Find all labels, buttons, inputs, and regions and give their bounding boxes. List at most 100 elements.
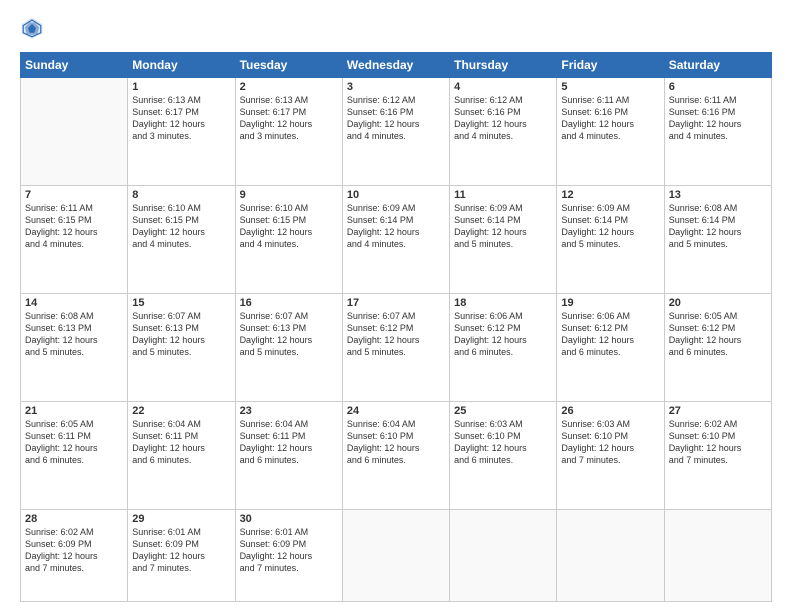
cell-info: Sunrise: 6:11 AM Sunset: 6:16 PM Dayligh… bbox=[561, 94, 659, 143]
calendar-cell: 22Sunrise: 6:04 AM Sunset: 6:11 PM Dayli… bbox=[128, 401, 235, 509]
day-number: 20 bbox=[669, 297, 767, 309]
cell-info: Sunrise: 6:08 AM Sunset: 6:13 PM Dayligh… bbox=[25, 310, 123, 359]
day-number: 15 bbox=[132, 297, 230, 309]
cell-info: Sunrise: 6:06 AM Sunset: 6:12 PM Dayligh… bbox=[454, 310, 552, 359]
calendar-cell: 14Sunrise: 6:08 AM Sunset: 6:13 PM Dayli… bbox=[21, 293, 128, 401]
calendar-cell: 6Sunrise: 6:11 AM Sunset: 6:16 PM Daylig… bbox=[664, 78, 771, 186]
calendar-cell: 24Sunrise: 6:04 AM Sunset: 6:10 PM Dayli… bbox=[342, 401, 449, 509]
header bbox=[20, 18, 772, 42]
col-header-wednesday: Wednesday bbox=[342, 53, 449, 78]
calendar-cell: 29Sunrise: 6:01 AM Sunset: 6:09 PM Dayli… bbox=[128, 509, 235, 602]
cell-info: Sunrise: 6:02 AM Sunset: 6:10 PM Dayligh… bbox=[669, 418, 767, 467]
cell-info: Sunrise: 6:04 AM Sunset: 6:11 PM Dayligh… bbox=[240, 418, 338, 467]
calendar-cell bbox=[342, 509, 449, 602]
week-row-5: 28Sunrise: 6:02 AM Sunset: 6:09 PM Dayli… bbox=[21, 509, 772, 602]
day-number: 17 bbox=[347, 297, 445, 309]
cell-info: Sunrise: 6:13 AM Sunset: 6:17 PM Dayligh… bbox=[240, 94, 338, 143]
day-number: 14 bbox=[25, 297, 123, 309]
calendar-cell: 23Sunrise: 6:04 AM Sunset: 6:11 PM Dayli… bbox=[235, 401, 342, 509]
day-number: 16 bbox=[240, 297, 338, 309]
cell-info: Sunrise: 6:08 AM Sunset: 6:14 PM Dayligh… bbox=[669, 202, 767, 251]
cell-info: Sunrise: 6:09 AM Sunset: 6:14 PM Dayligh… bbox=[561, 202, 659, 251]
day-number: 10 bbox=[347, 189, 445, 201]
cell-info: Sunrise: 6:01 AM Sunset: 6:09 PM Dayligh… bbox=[132, 526, 230, 575]
day-number: 11 bbox=[454, 189, 552, 201]
calendar-cell: 17Sunrise: 6:07 AM Sunset: 6:12 PM Dayli… bbox=[342, 293, 449, 401]
week-row-3: 14Sunrise: 6:08 AM Sunset: 6:13 PM Dayli… bbox=[21, 293, 772, 401]
day-number: 25 bbox=[454, 405, 552, 417]
calendar-cell: 26Sunrise: 6:03 AM Sunset: 6:10 PM Dayli… bbox=[557, 401, 664, 509]
calendar-cell: 2Sunrise: 6:13 AM Sunset: 6:17 PM Daylig… bbox=[235, 78, 342, 186]
cell-info: Sunrise: 6:04 AM Sunset: 6:11 PM Dayligh… bbox=[132, 418, 230, 467]
calendar-cell: 13Sunrise: 6:08 AM Sunset: 6:14 PM Dayli… bbox=[664, 185, 771, 293]
day-number: 5 bbox=[561, 81, 659, 93]
day-number: 22 bbox=[132, 405, 230, 417]
day-number: 18 bbox=[454, 297, 552, 309]
day-number: 9 bbox=[240, 189, 338, 201]
day-number: 26 bbox=[561, 405, 659, 417]
cell-info: Sunrise: 6:09 AM Sunset: 6:14 PM Dayligh… bbox=[347, 202, 445, 251]
cell-info: Sunrise: 6:06 AM Sunset: 6:12 PM Dayligh… bbox=[561, 310, 659, 359]
day-number: 29 bbox=[132, 513, 230, 525]
day-number: 23 bbox=[240, 405, 338, 417]
cell-info: Sunrise: 6:02 AM Sunset: 6:09 PM Dayligh… bbox=[25, 526, 123, 575]
calendar-cell: 4Sunrise: 6:12 AM Sunset: 6:16 PM Daylig… bbox=[450, 78, 557, 186]
calendar-cell: 10Sunrise: 6:09 AM Sunset: 6:14 PM Dayli… bbox=[342, 185, 449, 293]
calendar-cell bbox=[664, 509, 771, 602]
calendar-cell: 16Sunrise: 6:07 AM Sunset: 6:13 PM Dayli… bbox=[235, 293, 342, 401]
cell-info: Sunrise: 6:03 AM Sunset: 6:10 PM Dayligh… bbox=[561, 418, 659, 467]
cell-info: Sunrise: 6:05 AM Sunset: 6:11 PM Dayligh… bbox=[25, 418, 123, 467]
cell-info: Sunrise: 6:07 AM Sunset: 6:13 PM Dayligh… bbox=[132, 310, 230, 359]
cell-info: Sunrise: 6:12 AM Sunset: 6:16 PM Dayligh… bbox=[347, 94, 445, 143]
col-header-friday: Friday bbox=[557, 53, 664, 78]
calendar-cell bbox=[21, 78, 128, 186]
day-number: 1 bbox=[132, 81, 230, 93]
calendar-cell: 3Sunrise: 6:12 AM Sunset: 6:16 PM Daylig… bbox=[342, 78, 449, 186]
week-row-1: 1Sunrise: 6:13 AM Sunset: 6:17 PM Daylig… bbox=[21, 78, 772, 186]
cell-info: Sunrise: 6:10 AM Sunset: 6:15 PM Dayligh… bbox=[132, 202, 230, 251]
page: SundayMondayTuesdayWednesdayThursdayFrid… bbox=[0, 0, 792, 612]
cell-info: Sunrise: 6:07 AM Sunset: 6:13 PM Dayligh… bbox=[240, 310, 338, 359]
calendar-cell: 18Sunrise: 6:06 AM Sunset: 6:12 PM Dayli… bbox=[450, 293, 557, 401]
day-number: 12 bbox=[561, 189, 659, 201]
calendar-cell: 20Sunrise: 6:05 AM Sunset: 6:12 PM Dayli… bbox=[664, 293, 771, 401]
week-row-4: 21Sunrise: 6:05 AM Sunset: 6:11 PM Dayli… bbox=[21, 401, 772, 509]
calendar-table: SundayMondayTuesdayWednesdayThursdayFrid… bbox=[20, 52, 772, 602]
day-number: 4 bbox=[454, 81, 552, 93]
calendar-cell: 5Sunrise: 6:11 AM Sunset: 6:16 PM Daylig… bbox=[557, 78, 664, 186]
col-header-monday: Monday bbox=[128, 53, 235, 78]
day-number: 28 bbox=[25, 513, 123, 525]
day-number: 24 bbox=[347, 405, 445, 417]
cell-info: Sunrise: 6:07 AM Sunset: 6:12 PM Dayligh… bbox=[347, 310, 445, 359]
day-number: 27 bbox=[669, 405, 767, 417]
col-header-thursday: Thursday bbox=[450, 53, 557, 78]
day-number: 13 bbox=[669, 189, 767, 201]
logo bbox=[20, 18, 48, 42]
week-row-2: 7Sunrise: 6:11 AM Sunset: 6:15 PM Daylig… bbox=[21, 185, 772, 293]
cell-info: Sunrise: 6:04 AM Sunset: 6:10 PM Dayligh… bbox=[347, 418, 445, 467]
calendar-header-row: SundayMondayTuesdayWednesdayThursdayFrid… bbox=[21, 53, 772, 78]
cell-info: Sunrise: 6:10 AM Sunset: 6:15 PM Dayligh… bbox=[240, 202, 338, 251]
calendar-cell bbox=[557, 509, 664, 602]
cell-info: Sunrise: 6:03 AM Sunset: 6:10 PM Dayligh… bbox=[454, 418, 552, 467]
cell-info: Sunrise: 6:11 AM Sunset: 6:15 PM Dayligh… bbox=[25, 202, 123, 251]
calendar-cell: 9Sunrise: 6:10 AM Sunset: 6:15 PM Daylig… bbox=[235, 185, 342, 293]
calendar-cell: 8Sunrise: 6:10 AM Sunset: 6:15 PM Daylig… bbox=[128, 185, 235, 293]
cell-info: Sunrise: 6:13 AM Sunset: 6:17 PM Dayligh… bbox=[132, 94, 230, 143]
calendar-cell: 11Sunrise: 6:09 AM Sunset: 6:14 PM Dayli… bbox=[450, 185, 557, 293]
cell-info: Sunrise: 6:01 AM Sunset: 6:09 PM Dayligh… bbox=[240, 526, 338, 575]
day-number: 6 bbox=[669, 81, 767, 93]
day-number: 21 bbox=[25, 405, 123, 417]
col-header-tuesday: Tuesday bbox=[235, 53, 342, 78]
cell-info: Sunrise: 6:05 AM Sunset: 6:12 PM Dayligh… bbox=[669, 310, 767, 359]
cell-info: Sunrise: 6:12 AM Sunset: 6:16 PM Dayligh… bbox=[454, 94, 552, 143]
col-header-saturday: Saturday bbox=[664, 53, 771, 78]
calendar-cell: 15Sunrise: 6:07 AM Sunset: 6:13 PM Dayli… bbox=[128, 293, 235, 401]
calendar-cell bbox=[450, 509, 557, 602]
calendar-cell: 21Sunrise: 6:05 AM Sunset: 6:11 PM Dayli… bbox=[21, 401, 128, 509]
calendar-cell: 12Sunrise: 6:09 AM Sunset: 6:14 PM Dayli… bbox=[557, 185, 664, 293]
day-number: 8 bbox=[132, 189, 230, 201]
calendar-cell: 19Sunrise: 6:06 AM Sunset: 6:12 PM Dayli… bbox=[557, 293, 664, 401]
col-header-sunday: Sunday bbox=[21, 53, 128, 78]
calendar-cell: 27Sunrise: 6:02 AM Sunset: 6:10 PM Dayli… bbox=[664, 401, 771, 509]
